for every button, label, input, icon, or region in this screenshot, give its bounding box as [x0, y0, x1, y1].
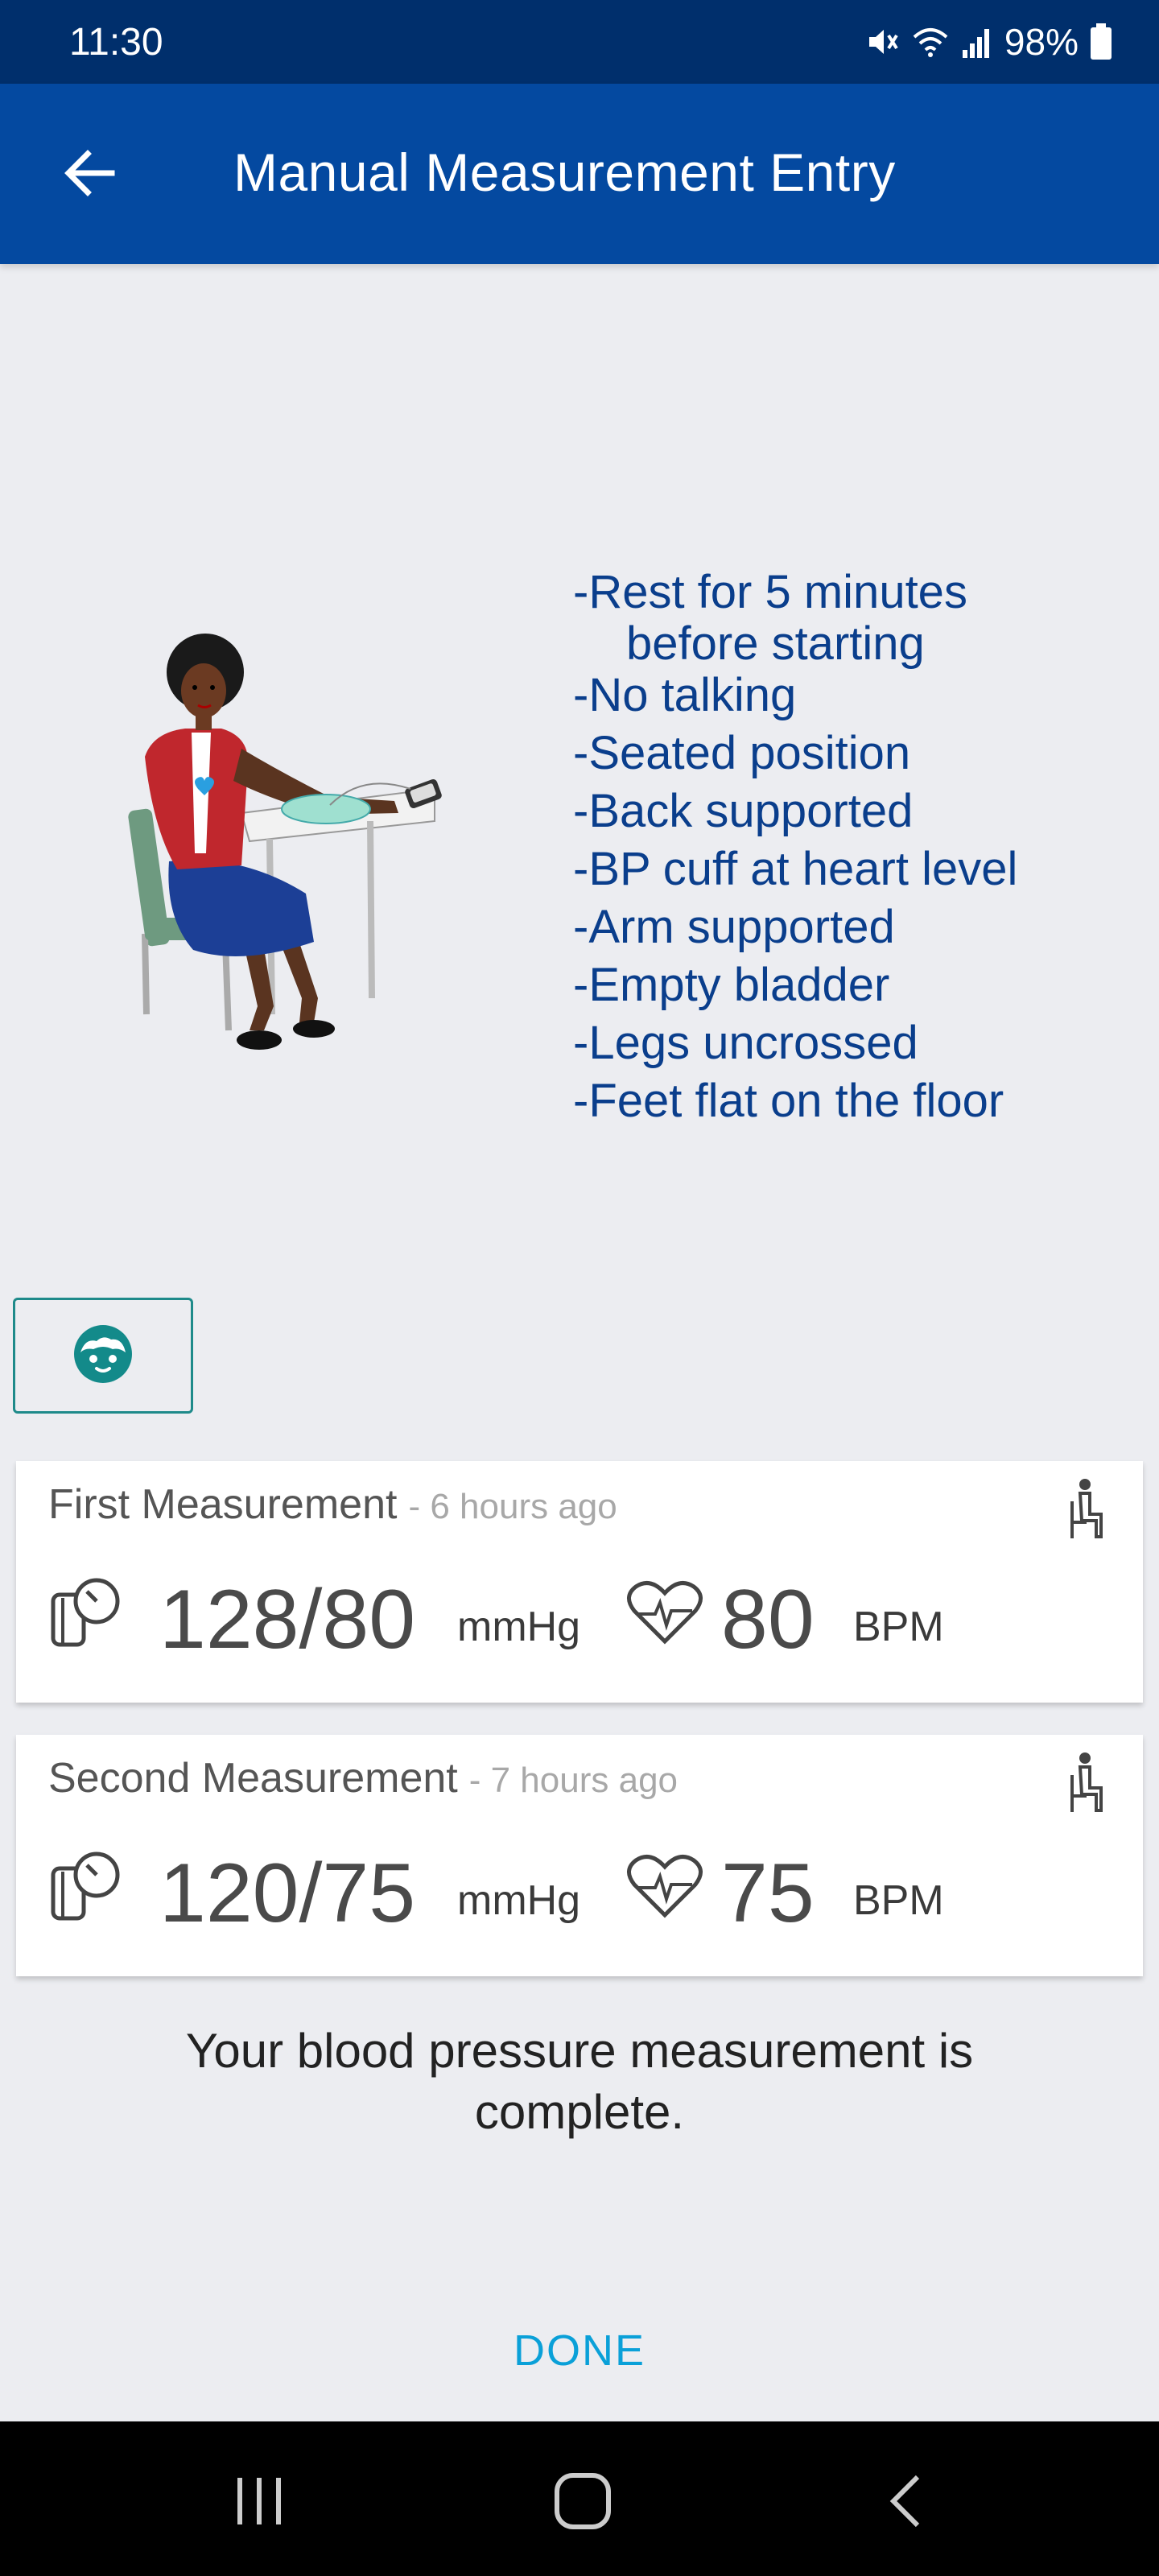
- seated-posture-icon: [1062, 1477, 1107, 1546]
- pulse-unit: BPM: [853, 1877, 944, 1924]
- bp-value: 120/75: [159, 1847, 416, 1940]
- battery-icon: [1090, 23, 1112, 60]
- completion-message: Your blood pressure measurement is compl…: [97, 2021, 1062, 2143]
- done-button[interactable]: DONE: [451, 2310, 708, 2391]
- completion-line-2: complete.: [474, 2085, 685, 2139]
- measurement-card-second[interactable]: Second Measurement - 7 hours ago 120/75 m…: [16, 1735, 1143, 1976]
- recent-apps-button[interactable]: [211, 2467, 307, 2539]
- measurement-title: Second Measurement - 7 hours ago: [48, 1754, 678, 1802]
- pulse-value: 80: [721, 1573, 815, 1666]
- recent-apps-icon: [231, 2473, 287, 2533]
- instruction-item: -Feet flat on the floor: [573, 1075, 1004, 1127]
- instruction-item: -BP cuff at heart level: [573, 843, 1018, 895]
- face-icon: [69, 1320, 137, 1392]
- signal-icon: [961, 24, 993, 60]
- status-time: 11:30: [69, 20, 163, 64]
- bp-value: 128/80: [159, 1573, 416, 1666]
- completion-line-1: Your blood pressure measurement is: [185, 2024, 974, 2078]
- instruction-rest: -Rest for 5 minutes: [573, 566, 967, 618]
- battery-level: 98%: [1004, 21, 1079, 63]
- instruction-item: -Legs uncrossed: [573, 1017, 918, 1069]
- chevron-left-icon: [882, 2472, 930, 2534]
- system-back-button[interactable]: [858, 2467, 955, 2539]
- measurement-title: First Measurement - 6 hours ago: [48, 1480, 617, 1529]
- page-title: Manual Measurement Entry: [233, 142, 896, 202]
- app-bar: Manual Measurement Entry: [0, 84, 1159, 264]
- pulse-value: 75: [721, 1847, 815, 1940]
- bp-cuff-icon: [48, 1849, 122, 1927]
- measurement-time: - 7 hours ago: [468, 1761, 678, 1800]
- status-bar: 11:30 98%: [0, 0, 1159, 84]
- home-button[interactable]: [534, 2467, 631, 2539]
- instruction-item: -Back supported: [573, 785, 914, 837]
- arrow-left-icon: [60, 144, 118, 206]
- system-nav-bar: [0, 2421, 1159, 2576]
- bp-unit: mmHg: [457, 1604, 581, 1650]
- measurement-values: 128/80 mmHg 80 BPM: [48, 1556, 1127, 1669]
- measurement-instructions: -Rest for 5 minutes before starting -No …: [573, 564, 1120, 1130]
- instruction-item: -Seated position: [573, 727, 911, 779]
- pulse-unit: BPM: [853, 1604, 944, 1650]
- bp-posture-illustration: [121, 628, 459, 1079]
- heart-rate-icon: [626, 1852, 703, 1924]
- measurement-card-first[interactable]: First Measurement - 6 hours ago 128/80 mm…: [16, 1461, 1143, 1703]
- instruction-rest-cont: before starting: [626, 617, 925, 670]
- avatar-toggle-button[interactable]: [13, 1298, 193, 1414]
- measurement-time: - 6 hours ago: [408, 1487, 617, 1526]
- back-button[interactable]: [56, 142, 122, 208]
- instruction-item: -No talking: [573, 669, 797, 721]
- instruction-item: -Empty bladder: [573, 959, 890, 1011]
- bp-cuff-icon: [48, 1575, 122, 1653]
- home-icon: [552, 2471, 613, 2536]
- instruction-item: -Arm supported: [573, 901, 895, 953]
- mute-icon: [864, 24, 900, 60]
- measurement-values: 120/75 mmHg 75 BPM: [48, 1830, 1127, 1942]
- seated-posture-icon: [1062, 1751, 1107, 1819]
- heart-rate-icon: [626, 1579, 703, 1650]
- measurement-name: First Measurement: [48, 1481, 398, 1528]
- bp-unit: mmHg: [457, 1877, 581, 1924]
- status-icons: 98%: [864, 20, 1112, 64]
- measurement-name: Second Measurement: [48, 1755, 458, 1802]
- wifi-icon: [911, 24, 950, 60]
